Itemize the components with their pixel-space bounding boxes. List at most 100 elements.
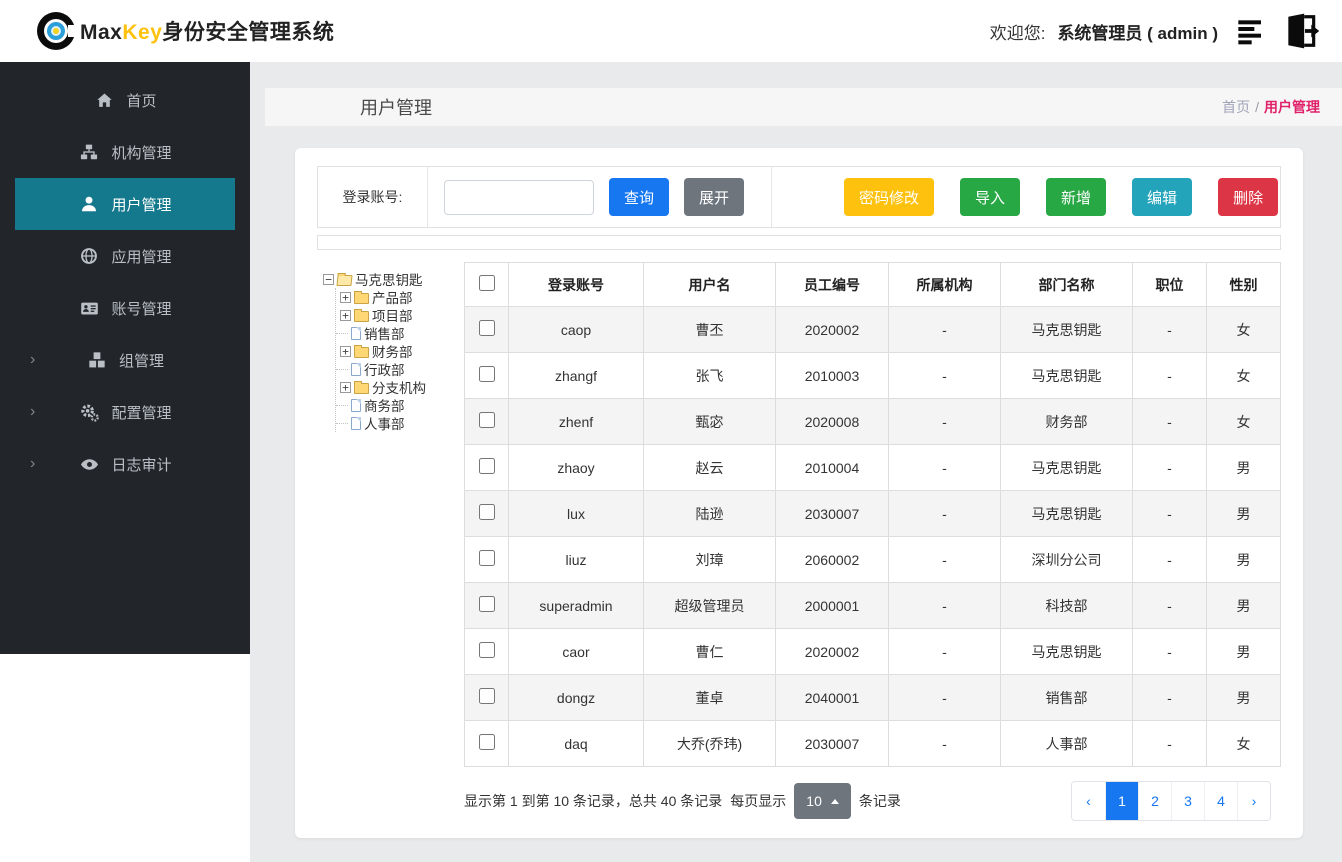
breadcrumb-home-link[interactable]: 首页 [1222,97,1250,117]
row-checkbox[interactable] [478,688,495,704]
cell-org: - [888,720,1001,767]
records-label: 条记录 [858,793,901,809]
page-button-4[interactable]: 4 [1204,782,1237,820]
sidebar-item-label: 用户管理 [111,196,172,214]
page-button-3[interactable]: 3 [1171,782,1204,820]
file-icon [351,398,361,412]
change-password-button[interactable]: 密码修改 [844,178,935,216]
users-table-wrap: 登录账号 用户名 员工编号 所属机构 部门名称 职位 性别 caop 曹丕 20… [464,262,1281,821]
expand-icon[interactable]: + [340,345,351,357]
table-row[interactable]: daq 大乔(乔玮) 2030007 - 人事部 - 女 [464,720,1281,767]
row-checkbox[interactable] [478,366,495,382]
globe-icon [78,247,100,265]
sidebar-item-label: 应用管理 [111,248,172,266]
file-icon [351,362,361,376]
sidebar-item-org[interactable]: 机构管理 [15,126,235,178]
table-row[interactable]: liuz 刘璋 2060002 - 深圳分公司 - 男 [464,536,1281,583]
tree-node[interactable]: 销售部 [336,324,464,342]
cell-department: 人事部 [1000,720,1133,767]
tree-node-root[interactable]: − 马克思钥匙 [323,270,464,288]
tree-node[interactable]: + 产品部 [336,288,464,306]
sidebar-item-label: 首页 [126,92,157,110]
sidebar-item-accounts[interactable]: 账号管理 [15,282,235,334]
table-row[interactable]: superadmin 超级管理员 2000001 - 科技部 - 男 [464,582,1281,629]
expand-icon[interactable]: + [340,381,351,393]
row-checkbox[interactable] [478,412,495,428]
folder-icon [354,380,369,394]
welcome-label: 欢迎您: [989,23,1046,43]
table-row[interactable]: dongz 董卓 2040001 - 销售部 - 男 [464,674,1281,721]
tree-node[interactable]: + 财务部 [336,342,464,360]
cell-org: - [888,582,1001,629]
cell-org: - [888,444,1001,491]
cell-login: zhangf [508,352,644,399]
row-checkbox[interactable] [478,550,495,566]
sidebar-item-home[interactable]: 首页 [15,74,235,126]
gears-icon [78,403,100,422]
sidebar-item-apps[interactable]: 应用管理 [15,230,235,282]
collapse-icon[interactable]: − [323,273,334,285]
table-row[interactable]: zhenf 甄宓 2020008 - 财务部 - 女 [464,398,1281,445]
sidebar-item-label: 账号管理 [111,300,172,318]
cell-department: 财务部 [1000,398,1133,445]
prev-page-button[interactable]: ‹ [1072,782,1105,820]
tree-node[interactable]: + 分支机构 [336,378,464,396]
query-button[interactable]: 查询 [609,178,670,216]
page-size-dropdown[interactable]: 10 [794,783,851,819]
content-card: 登录账号: 查询 展开 密码修改 导入 新增 编辑 删除 − 马克思钥匙 + 产… [295,148,1303,838]
column-header: 员工编号 [775,262,889,307]
cell-employee-no: 2040001 [775,674,889,721]
import-button[interactable]: 导入 [960,178,1021,216]
sidebar-item-users[interactable]: 用户管理 [15,178,235,230]
cell-gender: 男 [1206,628,1281,675]
eye-icon [78,455,100,474]
cell-position: - [1132,444,1207,491]
cell-username: 甄宓 [643,398,776,445]
row-checkbox[interactable] [478,320,495,336]
add-button[interactable]: 新增 [1046,178,1107,216]
edit-button[interactable]: 编辑 [1132,178,1193,216]
select-all-checkbox[interactable] [478,275,495,291]
next-page-button[interactable]: › [1237,782,1270,820]
expand-icon[interactable]: + [340,309,351,321]
per-page-label: 每页显示 [730,793,787,809]
sidebar-item-groups[interactable]: › 组管理 [15,334,235,386]
sitemap-icon [78,143,100,161]
logout-icon[interactable] [1282,12,1320,50]
row-checkbox[interactable] [478,642,495,658]
tree-node[interactable]: + 项目部 [336,306,464,324]
table-row[interactable]: caop 曹丕 2020002 - 马克思钥匙 - 女 [464,306,1281,353]
table-row[interactable]: zhaoy 赵云 2010004 - 马克思钥匙 - 男 [464,444,1281,491]
cell-org: - [888,674,1001,721]
menu-list-icon[interactable] [1236,15,1270,47]
tree-node[interactable]: 人事部 [336,414,464,432]
expand-button[interactable]: 展开 [684,178,745,216]
page-button-2[interactable]: 2 [1138,782,1171,820]
cell-department: 马克思钥匙 [1000,490,1133,537]
row-checkbox[interactable] [478,458,495,474]
tree-node[interactable]: 商务部 [336,396,464,414]
login-account-input[interactable] [444,179,594,215]
page-size-value: 10 [806,793,822,809]
row-checkbox[interactable] [478,504,495,520]
row-checkbox[interactable] [478,734,495,750]
page-button-1[interactable]: 1 [1105,782,1138,820]
table-row[interactable]: zhangf 张飞 2010003 - 马克思钥匙 - 女 [464,352,1281,399]
row-checkbox[interactable] [478,596,495,612]
cell-gender: 男 [1206,674,1281,721]
cell-login: liuz [508,536,644,583]
delete-button[interactable]: 删除 [1218,178,1279,216]
sidebar-item-config[interactable]: › 配置管理 [15,386,235,438]
sidebar-item-audit[interactable]: › 日志审计 [15,438,235,490]
expand-icon[interactable]: + [340,291,351,303]
cell-gender: 男 [1206,444,1281,491]
column-header: 部门名称 [1000,262,1133,307]
tree-node-label: 销售部 [364,327,405,342]
cell-department: 科技部 [1000,582,1133,629]
table-row[interactable]: lux 陆逊 2030007 - 马克思钥匙 - 男 [464,490,1281,537]
tree-node[interactable]: 行政部 [336,360,464,378]
page-title: 用户管理 [360,98,432,118]
cell-position: - [1132,720,1207,767]
sidebar-item-label: 日志审计 [111,456,172,474]
table-row[interactable]: caor 曹仁 2020002 - 马克思钥匙 - 男 [464,628,1281,675]
